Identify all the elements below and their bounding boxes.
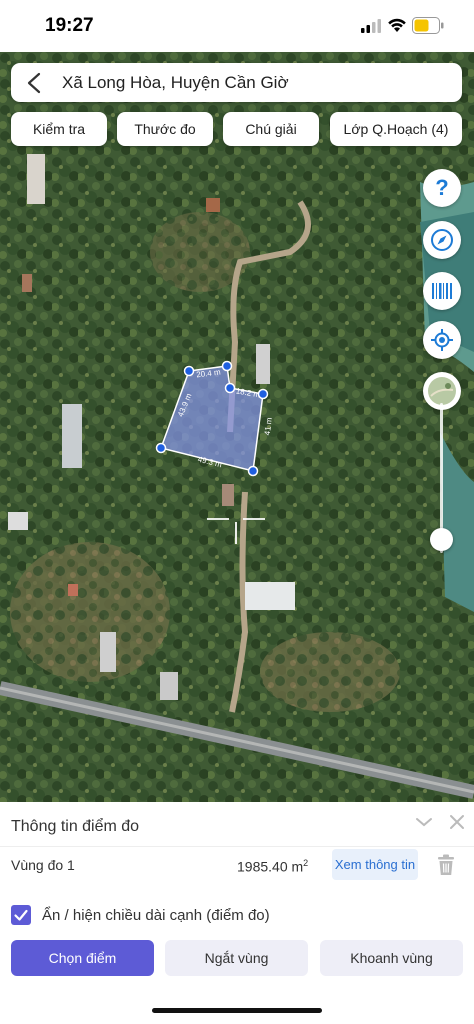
view-info-button[interactable]: Xem thông tin (332, 849, 418, 880)
my-location-button[interactable] (423, 321, 461, 359)
help-icon: ? (435, 175, 449, 200)
map-imagery: 20.4 m 18.2 m 41 m 49.3 m 43.9 m (0, 52, 474, 804)
vertex-point (221, 360, 233, 372)
vertex-point (224, 382, 236, 394)
divider (0, 846, 474, 847)
satellite-map[interactable]: 20.4 m 18.2 m 41 m 49.3 m 43.9 m (0, 52, 474, 804)
location-title: Xã Long Hòa, Huyện Cần Giờ (62, 73, 289, 92)
legend-chip[interactable]: Chú giải (223, 112, 319, 146)
barcode-icon (432, 283, 452, 299)
compass-button[interactable] (423, 221, 461, 259)
map-layer-icon (428, 377, 456, 405)
trash-icon[interactable] (437, 854, 455, 876)
vertex-point (155, 442, 167, 454)
status-time: 19:27 (45, 15, 94, 36)
compass-icon (431, 229, 453, 251)
battery-icon (412, 17, 444, 34)
back-arrow-icon[interactable] (25, 72, 45, 94)
zone-name: Vùng đo 1 (11, 857, 75, 873)
close-icon[interactable] (449, 814, 465, 830)
edge-length-checkbox[interactable] (11, 905, 31, 925)
checkmark-icon (14, 909, 28, 921)
planning-layer-chip[interactable]: Lớp Q.Hoạch (4) (330, 112, 462, 146)
break-zone-button[interactable]: Ngắt vùng (165, 940, 308, 976)
barcode-scan-button[interactable] (423, 272, 461, 310)
signal-icon (361, 19, 381, 33)
choose-point-button[interactable]: Chọn điểm (11, 940, 154, 976)
edge-length-label[interactable]: Ẩn / hiện chiều dài cạnh (điểm đo) (42, 907, 270, 924)
zone-area: 1985.40 m2 (237, 858, 309, 875)
vertex-point (183, 365, 195, 377)
location-search-bar[interactable]: Xã Long Hòa, Huyện Cần Giờ (11, 63, 462, 102)
check-chip[interactable]: Kiểm tra (11, 112, 107, 146)
chevron-down-icon[interactable] (414, 815, 434, 829)
vertex-point (257, 388, 269, 400)
locate-icon (431, 329, 453, 351)
ruler-chip[interactable]: Thước đo (117, 112, 213, 146)
enclose-zone-button[interactable]: Khoanh vùng (320, 940, 463, 976)
home-indicator (152, 1008, 322, 1013)
opacity-slider-knob[interactable] (430, 528, 453, 551)
help-button[interactable]: ? (423, 169, 461, 207)
measure-info-panel: Thông tin điểm đo Vùng đo 1 1985.40 m2 X… (0, 802, 474, 1024)
panel-title: Thông tin điểm đo (11, 818, 140, 835)
status-bar: 19:27 (0, 0, 474, 52)
vertex-point (247, 465, 259, 477)
wifi-icon (388, 18, 406, 32)
